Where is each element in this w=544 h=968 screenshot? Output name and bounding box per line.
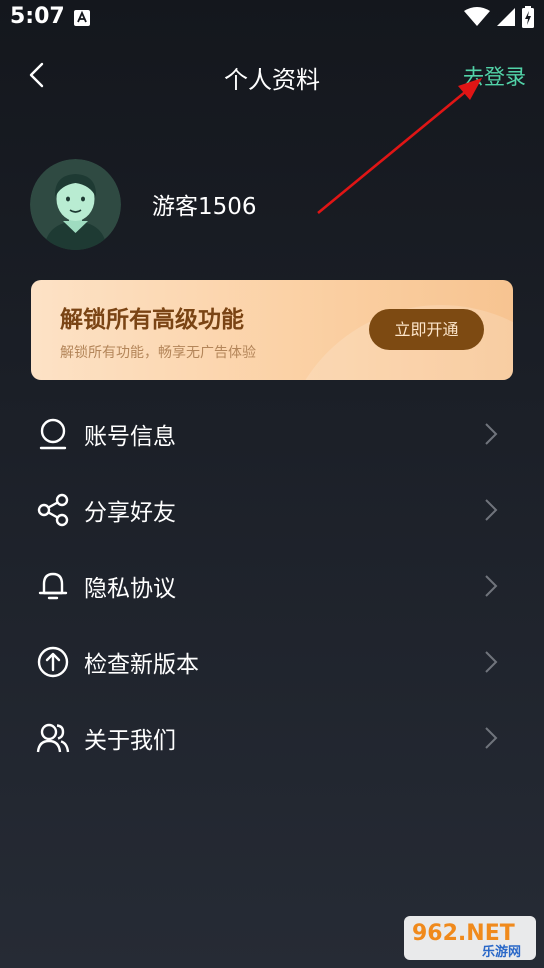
profile-section[interactable]: 游客1506: [30, 158, 257, 250]
chevron-right-icon: [485, 499, 498, 521]
svg-text:乐游网: 乐游网: [482, 944, 521, 960]
username: 游客1506: [152, 194, 257, 220]
bell-icon: [38, 572, 68, 600]
upload-icon: [37, 646, 69, 678]
menu-item-privacy-policy[interactable]: 隐私协议: [0, 547, 544, 623]
menu-item-label: 账号信息: [84, 424, 176, 450]
settings-menu: 账号信息 分享好友 隐私协议 检查新版本 关于我们: [0, 395, 544, 775]
chevron-right-icon: [485, 651, 498, 673]
avatar[interactable]: [30, 158, 121, 250]
activate-button[interactable]: 立即开通: [369, 309, 484, 350]
menu-item-share-friends[interactable]: 分享好友: [0, 471, 544, 547]
menu-item-label: 关于我们: [84, 728, 176, 754]
chevron-right-icon: [485, 423, 498, 445]
menu-item-label: 检查新版本: [84, 652, 199, 678]
users-icon: [36, 723, 70, 753]
menu-item-label: 隐私协议: [84, 576, 176, 602]
share-icon: [37, 493, 69, 527]
vip-subtitle: 解锁所有功能，畅享无广告体验: [60, 345, 256, 361]
user-icon: [39, 418, 67, 450]
vip-title: 解锁所有高级功能: [60, 307, 244, 333]
menu-item-label: 分享好友: [84, 500, 176, 526]
menu-item-check-update[interactable]: 检查新版本: [0, 623, 544, 699]
watermark-logo: 962.NET 乐游网: [404, 916, 536, 960]
svg-text:962.NET: 962.NET: [412, 921, 515, 946]
chevron-right-icon: [485, 727, 498, 749]
chevron-right-icon: [485, 575, 498, 597]
menu-item-about-us[interactable]: 关于我们: [0, 699, 544, 775]
menu-item-account-info[interactable]: 账号信息: [0, 395, 544, 471]
vip-banner[interactable]: 解锁所有高级功能 解锁所有功能，畅享无广告体验 立即开通: [31, 280, 513, 380]
